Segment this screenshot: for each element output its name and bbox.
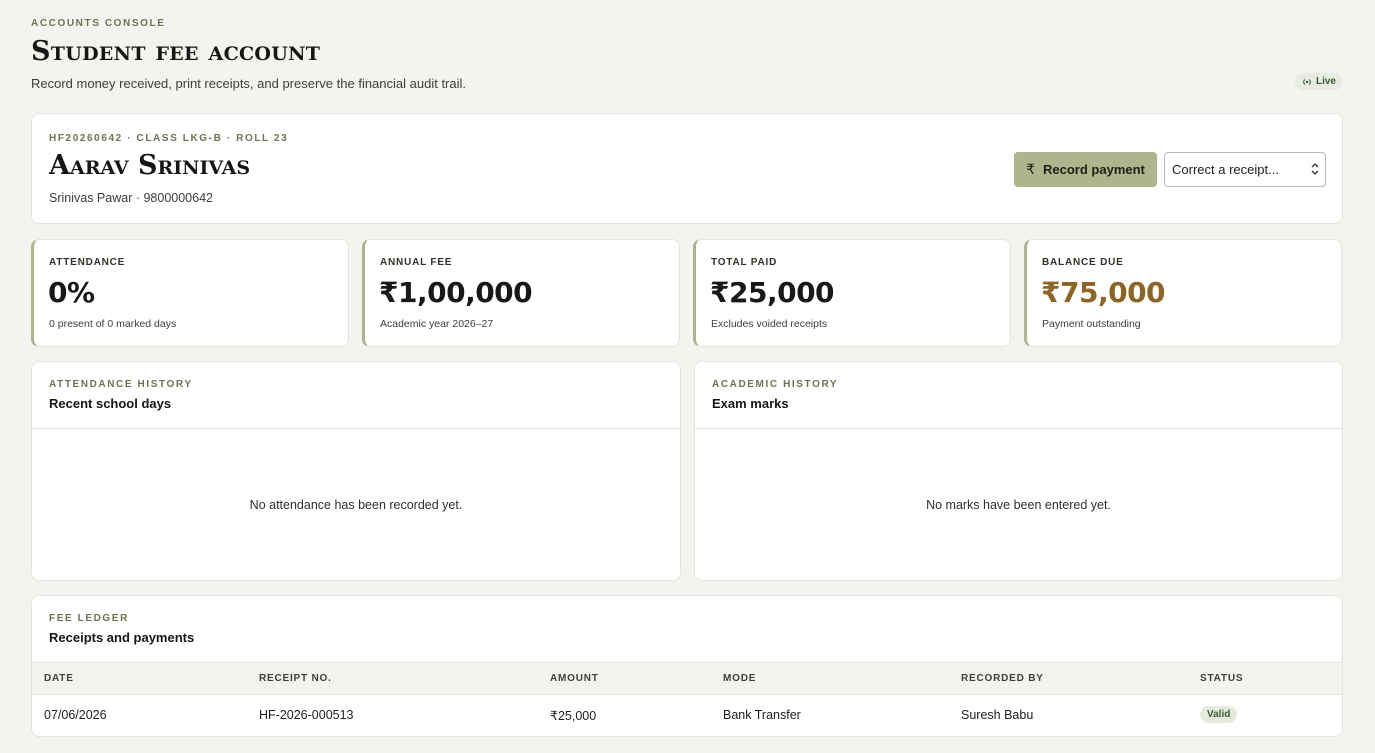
live-label: Live	[1315, 76, 1336, 87]
stat-label: Total paid	[711, 257, 778, 268]
stat-label: Attendance	[49, 257, 126, 268]
column-header-recorded-by[interactable]: Recorded by	[961, 673, 1044, 684]
annual-fee-stat-card: Annual fee ₹1,00,000 Academic year 2026–…	[362, 239, 680, 347]
page-header: Accounts console Student fee account Rec…	[31, 16, 1343, 96]
column-header-status[interactable]: Status	[1200, 673, 1243, 684]
stat-value: ₹25,000	[710, 276, 835, 309]
panel-eyebrow: Attendance history	[49, 379, 193, 390]
column-header-date[interactable]: Date	[44, 673, 74, 684]
stat-note: Payment outstanding	[1042, 318, 1141, 330]
cell-date: 07/06/2026	[44, 708, 107, 722]
broadcast-icon	[1302, 78, 1312, 86]
cell-amount: ₹25,000	[550, 709, 597, 723]
panel-eyebrow: Academic history	[712, 379, 839, 390]
page-title: Student fee account	[31, 36, 321, 67]
panel-title: Recent school days	[49, 396, 172, 411]
fee-ledger-panel: Fee ledger Receipts and payments Date Re…	[31, 595, 1343, 737]
panel-eyebrow: Fee ledger	[49, 613, 129, 624]
stat-note: 0 present of 0 marked days	[49, 318, 177, 330]
chevron-updown-icon	[1311, 162, 1319, 179]
empty-state-message: No marks have been entered yet.	[926, 498, 1111, 512]
stat-label: Annual fee	[380, 257, 453, 268]
stat-note: Excludes voided receipts	[711, 318, 828, 330]
academic-history-panel: Academic history Exam marks No marks hav…	[694, 361, 1343, 581]
rupee-icon: ₹	[1026, 161, 1036, 177]
record-payment-button[interactable]: ₹ Record payment	[1014, 152, 1157, 187]
table-row[interactable]: 07/06/2026 HF-2026-000513 ₹25,000 Bank T…	[32, 695, 1342, 736]
divider	[32, 428, 680, 429]
stat-value: 0%	[48, 276, 95, 309]
stat-value: ₹1,00,000	[379, 276, 533, 309]
console-eyebrow: Accounts console	[31, 18, 166, 29]
stat-note: Academic year 2026–27	[380, 318, 494, 330]
live-status-badge: Live	[1294, 73, 1343, 90]
panel-title: Exam marks	[712, 396, 789, 411]
guardian-contact: Srinivas Pawar · 9800000642	[49, 191, 213, 205]
total-paid-stat-card: Total paid ₹25,000 Excludes voided recei…	[693, 239, 1011, 347]
cell-receipt-no: HF-2026-000513	[259, 708, 354, 722]
empty-state-message: No attendance has been recorded yet.	[249, 498, 463, 512]
student-summary-card: HF20260642 · Class LKG-B · Roll 23 Aarav…	[31, 113, 1343, 224]
correct-receipt-select[interactable]: Correct a receipt...	[1164, 152, 1326, 187]
stat-label: Balance due	[1042, 257, 1124, 268]
cell-mode: Bank Transfer	[723, 708, 801, 722]
column-header-receipt[interactable]: Receipt no.	[259, 673, 332, 684]
attendance-history-panel: Attendance history Recent school days No…	[31, 361, 681, 581]
attendance-stat-card: Attendance 0% 0 present of 0 marked days	[31, 239, 349, 347]
page-subtitle: Record money received, print receipts, a…	[31, 76, 466, 91]
column-header-mode[interactable]: Mode	[723, 673, 756, 684]
column-header-amount[interactable]: Amount	[550, 673, 599, 684]
table-header: Date Receipt no. Amount Mode Recorded by…	[32, 662, 1342, 695]
stat-value: ₹75,000	[1041, 276, 1166, 309]
record-payment-label: Record payment	[1043, 162, 1145, 177]
cell-recorded-by: Suresh Babu	[961, 708, 1034, 722]
balance-due-stat-card: Balance due ₹75,000 Payment outstanding	[1024, 239, 1342, 347]
student-meta: HF20260642 · Class LKG-B · Roll 23	[49, 133, 289, 144]
divider	[695, 428, 1342, 429]
student-name: Aarav Srinivas	[49, 150, 251, 181]
panel-title: Receipts and payments	[49, 630, 195, 645]
status-badge: Valid	[1200, 706, 1238, 723]
correct-receipt-value: Correct a receipt...	[1172, 162, 1279, 177]
